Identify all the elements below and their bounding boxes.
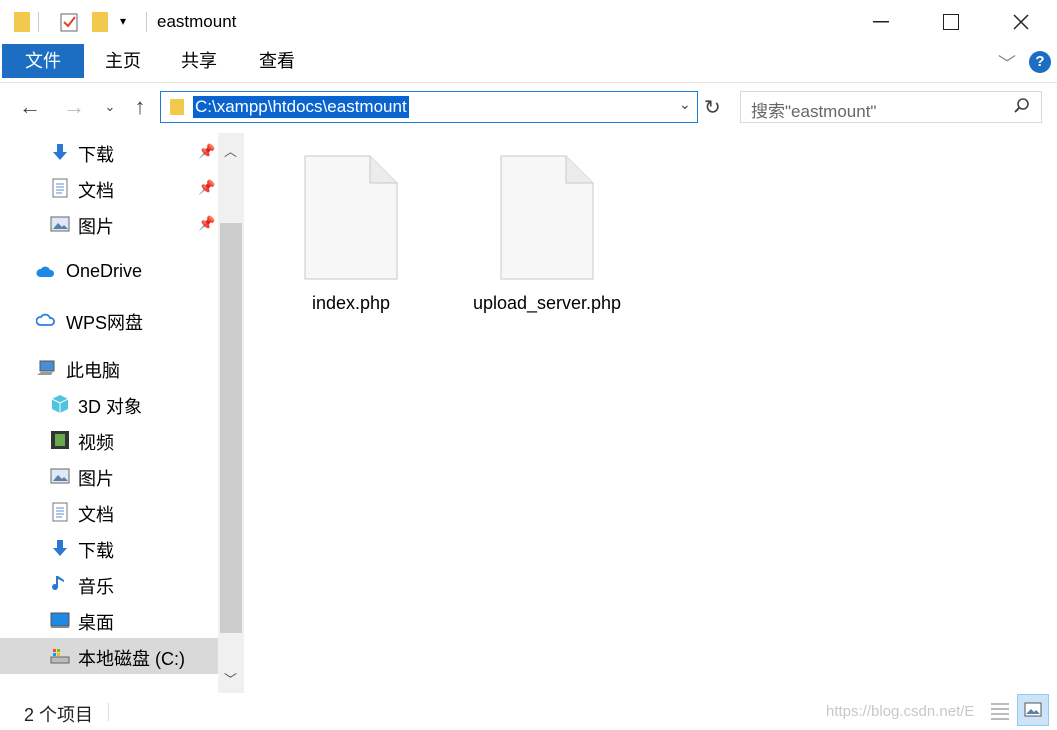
nav-scrollbar[interactable]: ︿ ﹀ [218,133,244,693]
scroll-down-icon[interactable]: ﹀ [224,669,237,688]
nav-item-desktop[interactable]: 桌面 [0,602,218,638]
nav-item-videos[interactable]: 视频 [0,422,218,458]
details-view-icon[interactable] [988,699,1012,723]
properties-icon[interactable] [60,12,78,32]
nav-label: 图片 [78,469,114,489]
tab-share[interactable]: 共享 [168,44,230,78]
nav-item-wps[interactable]: WPS网盘 [0,302,218,338]
close-button[interactable] [986,0,1056,44]
search-placeholder: 搜索"eastmount" [751,102,877,121]
new-folder-icon[interactable] [92,12,108,32]
address-row: ← → ⌄ ↑ C:\xampp\htdocs\eastmount ⌄ ↻ 搜索… [0,83,1057,133]
drive-icon [50,649,70,664]
divider [146,12,147,32]
maximize-button[interactable] [916,0,986,44]
item-count: 2 个项目 [24,705,94,725]
pin-icon[interactable]: 📌 [198,179,215,196]
pictures-icon [50,468,70,484]
cloud-outline-icon [36,313,55,326]
nav-item-downloads-pc[interactable]: 下载 [0,530,218,566]
download-arrow-icon [53,540,67,556]
nav-item-this-pc[interactable]: 此电脑 [0,350,218,386]
scroll-up-icon[interactable]: ︿ [224,141,237,160]
expand-ribbon-icon[interactable]: ﹀ [998,50,1016,76]
pictures-icon [50,216,70,232]
desktop-icon [50,612,70,628]
customize-dropdown-icon[interactable]: ▾ [120,14,126,28]
divider [38,12,39,32]
nav-label: 视频 [78,433,114,453]
nav-label: 文档 [78,181,114,201]
search-icon[interactable] [1013,97,1031,120]
pin-icon[interactable]: 📌 [198,215,215,232]
nav-item-pictures[interactable]: 图片 📌 [0,206,218,242]
nav-item-downloads[interactable]: 下载 📌 [0,134,218,170]
minimize-button[interactable] [846,0,916,44]
ribbon-tabs: 文件 主页 共享 查看 ﹀ ? [0,44,1057,83]
document-icon [52,178,68,198]
nav-item-local-disk-c[interactable]: 本地磁盘 (C:) [0,638,218,674]
file-icon [500,155,594,280]
address-bar[interactable]: C:\xampp\htdocs\eastmount ⌄ [160,91,698,123]
folder-icon [170,99,184,115]
nav-item-onedrive[interactable]: OneDrive [0,254,218,290]
large-icons-view-icon[interactable] [1017,694,1049,726]
nav-label: 下载 [78,541,114,561]
help-icon[interactable]: ? [1029,51,1051,73]
recent-locations-icon[interactable]: ⌄ [96,93,124,121]
refresh-icon[interactable]: ↻ [704,95,721,120]
nav-item-documents[interactable]: 文档 📌 [0,170,218,206]
nav-label: OneDrive [66,261,143,281]
nav-label: 下载 [78,145,114,165]
nav-item-documents-pc[interactable]: 文档 [0,494,218,530]
back-button[interactable]: ← [16,93,44,121]
file-icon [304,155,398,280]
nav-label: 本地磁盘 (C:) [78,649,185,669]
nav-item-music[interactable]: 音乐 [0,566,218,602]
up-button[interactable]: ↑ [126,93,154,121]
cube-3d-icon [51,395,69,413]
nav-item-3d-objects[interactable]: 3D 对象 [0,386,218,422]
nav-label: 3D 对象 [78,397,143,417]
nav-label: 音乐 [78,577,114,597]
music-note-icon [52,576,64,591]
file-name: upload_server.php [472,293,622,313]
nav-label: 文档 [78,505,114,525]
nav-label: 桌面 [78,613,114,633]
forward-button[interactable]: → [60,93,88,121]
nav-label: 图片 [78,217,114,237]
divider [108,703,109,721]
video-icon [51,431,69,449]
scroll-thumb[interactable] [220,223,242,633]
tab-view[interactable]: 查看 [246,44,308,78]
watermark-text: https://blog.csdn.net/E [826,703,975,720]
tab-home[interactable]: 主页 [92,44,154,78]
file-name: index.php [311,293,391,313]
file-item[interactable]: upload_server.php [472,155,622,345]
status-bar: 2 个项目 https://blog.csdn.net/E [0,693,1057,730]
download-arrow-icon [53,144,67,160]
navigation-pane: 下载 📌 文档 📌 图片 📌 OneDrive WPS网盘 此电脑 3D 对象 … [0,133,246,693]
folder-icon [14,12,30,32]
cloud-icon [36,266,55,277]
nav-item-pictures-pc[interactable]: 图片 [0,458,218,494]
address-path[interactable]: C:\xampp\htdocs\eastmount [193,96,409,118]
tab-file[interactable]: 文件 [2,44,84,78]
file-item[interactable]: index.php [276,155,426,345]
chevron-down-icon[interactable]: ⌄ [679,96,691,113]
pin-icon[interactable]: 📌 [198,143,215,160]
computer-icon [37,360,55,375]
nav-label: WPS网盘 [66,313,144,333]
document-icon [52,502,68,522]
window-title: eastmount [157,12,237,31]
title-bar: ▾ eastmount [0,0,1057,44]
search-input[interactable]: 搜索"eastmount" [740,91,1042,123]
nav-label: 此电脑 [66,361,120,381]
